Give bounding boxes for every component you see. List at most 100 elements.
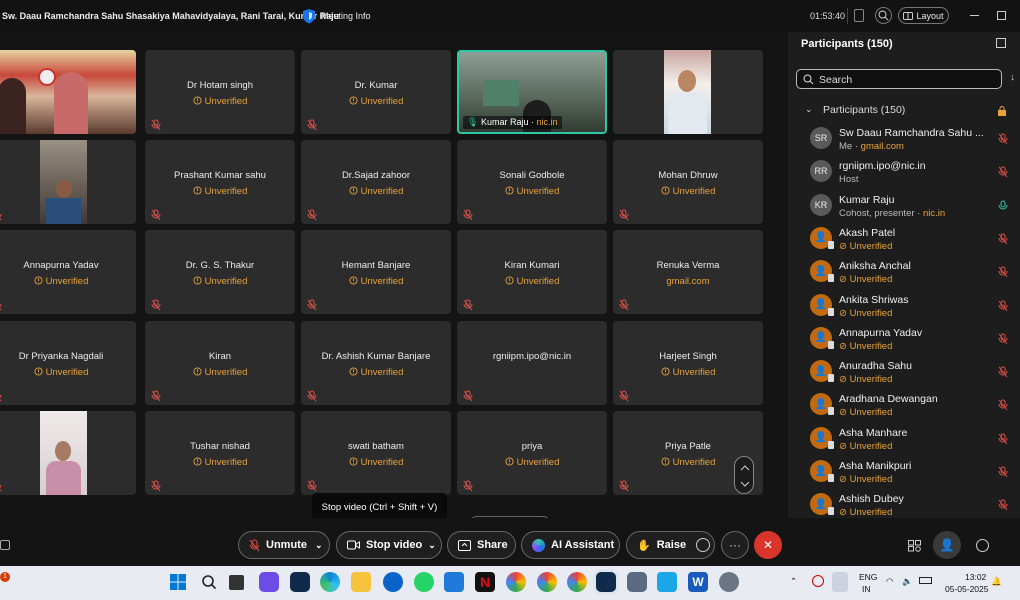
participant-row[interactable]: 👤 Aniksha Anchal ⊘ Unverified	[788, 255, 1020, 288]
mic-on-icon[interactable]	[998, 200, 1008, 212]
muted-mic-icon[interactable]	[998, 133, 1008, 145]
file-explorer-icon[interactable]	[351, 572, 371, 592]
muted-mic-icon[interactable]	[998, 466, 1008, 478]
participants-section-header[interactable]: ⌄ Participants (150)	[805, 104, 905, 116]
language-bottom[interactable]: IN	[862, 584, 871, 594]
notification-badge[interactable]: 1	[0, 572, 10, 582]
shield-icon[interactable]	[302, 8, 316, 24]
participant-row[interactable]: 👤 Aradhana Dewangan ⊘ Unverified	[788, 388, 1020, 421]
calculator-icon[interactable]	[444, 572, 464, 592]
participant-video-tile[interactable]: Annapurna Yadav Unverified	[0, 230, 136, 314]
cloud-status-icon[interactable]	[812, 575, 824, 587]
chrome-profile-icon[interactable]	[567, 572, 587, 592]
popout-icon[interactable]	[996, 38, 1006, 48]
search-icon[interactable]	[199, 572, 219, 592]
participant-row[interactable]: 👤 Ashish Dubey ⊘ Unverified	[788, 488, 1020, 521]
battery-icon[interactable]	[919, 577, 932, 584]
muted-mic-icon[interactable]	[998, 233, 1008, 245]
muted-mic-icon[interactable]	[998, 300, 1008, 312]
participant-row[interactable]: 👤 Akash Patel ⊘ Unverified	[788, 222, 1020, 255]
raise-hand-button[interactable]: ✋ Raise	[626, 531, 715, 559]
window-minimize-button[interactable]	[970, 15, 979, 16]
muted-mic-icon[interactable]	[998, 333, 1008, 345]
more-options-button[interactable]: ···	[721, 531, 749, 559]
participant-video-tile[interactable]: Sonali Godbole Unverified	[457, 140, 607, 224]
muted-mic-icon[interactable]	[998, 366, 1008, 378]
participant-video-tile[interactable]: Renuka Verma gmail.com	[613, 230, 763, 314]
muted-mic-icon[interactable]	[998, 166, 1008, 178]
netflix-icon[interactable]: N	[475, 572, 495, 592]
participant-video-tile[interactable]	[613, 50, 763, 134]
stop-video-button[interactable]: Stop video ⌄	[336, 531, 442, 559]
edge-icon[interactable]	[320, 572, 340, 592]
volume-icon[interactable]: 🔈	[902, 576, 913, 587]
participant-video-tile[interactable]: Dr. Kumar Unverified	[301, 50, 451, 134]
participant-video-tile[interactable]: priya Unverified	[457, 411, 607, 495]
search-input[interactable]: Search	[796, 69, 1002, 89]
chat-icon[interactable]	[976, 539, 989, 552]
share-button[interactable]: Share	[447, 531, 516, 559]
participant-video-tile[interactable]: Dr.Sajad zahoor Unverified	[301, 140, 451, 224]
participant-video-tile[interactable]: Dr Hotam singh Unverified	[145, 50, 295, 134]
chrome-icon[interactable]	[506, 572, 526, 592]
chevron-down-icon[interactable]: ⌄	[428, 540, 436, 551]
participant-video-tile[interactable]: Mohan Dhruw Unverified	[613, 140, 763, 224]
muted-mic-icon[interactable]	[998, 499, 1008, 511]
participant-video-tile[interactable]: Dr. Ashish Kumar Banjare Unverified	[301, 321, 451, 405]
apps-icon[interactable]	[908, 539, 922, 552]
participant-row[interactable]: RR rgniipm.ipo@nic.in Host	[788, 155, 1020, 188]
muted-mic-icon[interactable]	[998, 399, 1008, 411]
sort-icon[interactable]: ↓	[1010, 72, 1015, 83]
participant-video-tile[interactable]: Hemant Banjare Unverified	[301, 230, 451, 314]
participant-video-tile[interactable]	[0, 140, 136, 224]
participant-row[interactable]: 👤 Asha Manikpuri ⊘ Unverified	[788, 455, 1020, 488]
media-player-icon[interactable]	[383, 572, 403, 592]
participant-video-tile[interactable]: Tushar nishad Unverified	[145, 411, 295, 495]
teams-icon[interactable]	[259, 572, 279, 592]
webex-icon[interactable]	[290, 572, 310, 592]
participant-row[interactable]: 👤 Anuradha Sahu ⊘ Unverified	[788, 355, 1020, 388]
end-meeting-button[interactable]: ✕	[754, 531, 782, 559]
reactions-icon[interactable]	[696, 538, 711, 552]
participant-video-tile[interactable]: Kiran Unverified	[145, 321, 295, 405]
participant-row[interactable]: 👤 Asha Manhare ⊘ Unverified	[788, 422, 1020, 455]
word-icon[interactable]: W	[688, 572, 708, 592]
notifications-bell-icon[interactable]: 🔔	[991, 576, 1002, 587]
muted-mic-icon[interactable]	[998, 266, 1008, 278]
unmute-button[interactable]: Unmute ⌄	[238, 531, 330, 559]
window-restore-button[interactable]	[997, 11, 1006, 20]
camera-app-icon[interactable]	[627, 572, 647, 592]
participant-row[interactable]: 👤 Annapurna Yadav ⊘ Unverified	[788, 322, 1020, 355]
meeting-info-link[interactable]: Meeting Info	[321, 11, 371, 21]
muted-mic-icon[interactable]	[998, 433, 1008, 445]
windows-start-icon[interactable]	[168, 572, 188, 592]
task-view-icon[interactable]	[229, 575, 244, 590]
participant-video-tile[interactable]: Dr Priyanka Nagdali Unverified	[0, 321, 136, 405]
layout-button[interactable]: Layout	[898, 7, 949, 24]
taskbar-date[interactable]: 05-05-2025	[945, 584, 988, 594]
ai-assistant-button[interactable]: AI Assistant	[521, 531, 620, 559]
participant-video-tile[interactable]	[0, 411, 136, 495]
language-top[interactable]: ENG	[859, 572, 877, 582]
participant-video-tile[interactable]: Dr. G. S. Thakur Unverified	[145, 230, 295, 314]
chevron-up-icon[interactable]: ⌃	[790, 576, 797, 587]
photos-icon[interactable]	[657, 572, 677, 592]
settings-gear-icon[interactable]	[719, 572, 739, 592]
participant-video-tile[interactable]: Prashant Kumar sahu Unverified	[145, 140, 295, 224]
lock-icon[interactable]	[997, 106, 1007, 116]
participant-video-tile[interactable]: 🎙 Kumar Raju · nic.in	[457, 50, 607, 134]
participant-row[interactable]: SR Sw Daau Ramchandra Sahu ... Me · gmail.…	[788, 122, 1020, 155]
grid-scroll-control[interactable]	[734, 456, 754, 494]
whatsapp-icon[interactable]	[414, 572, 434, 592]
participants-panel-button[interactable]: 👤	[933, 531, 961, 559]
security-icon[interactable]	[854, 9, 864, 22]
participant-video-tile[interactable]: rgniipm.ipo@nic.in	[457, 321, 607, 405]
taskbar-time[interactable]: 13:02	[965, 572, 986, 582]
participant-video-tile[interactable]: swati batham Unverified	[301, 411, 451, 495]
webex-active-icon[interactable]	[596, 572, 616, 592]
participant-video-tile[interactable]	[0, 50, 136, 134]
participant-video-tile[interactable]: Harjeet Singh Unverified	[613, 321, 763, 405]
captions-icon[interactable]	[0, 540, 10, 550]
chrome-profile-icon[interactable]	[537, 572, 557, 592]
participant-row[interactable]: KR Kumar Raju Cohost, presenter · nic.in	[788, 189, 1020, 222]
